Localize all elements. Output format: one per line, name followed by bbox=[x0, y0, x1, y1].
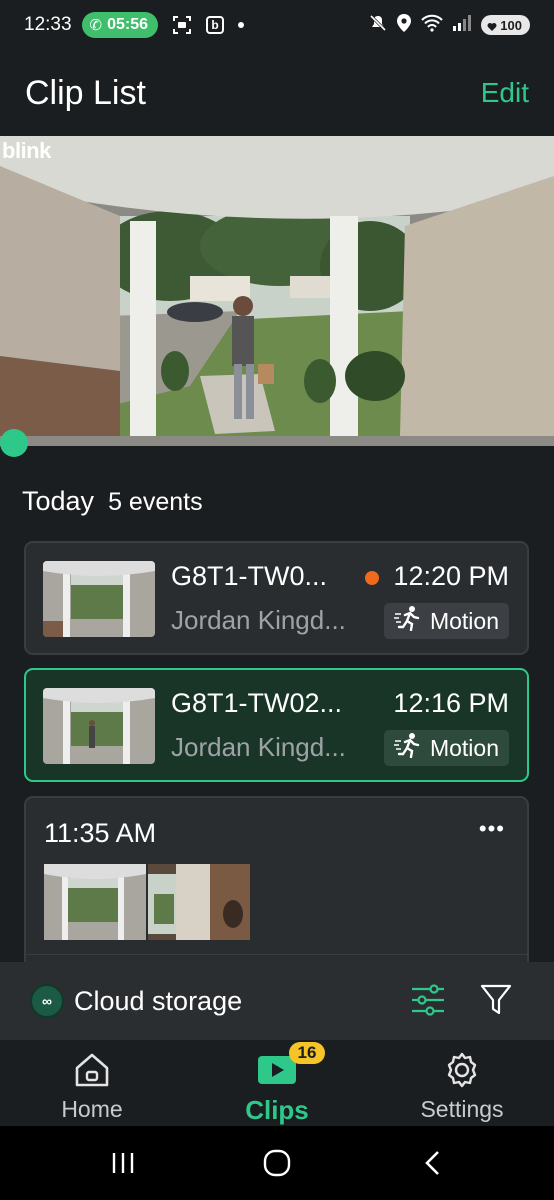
motion-icon bbox=[393, 605, 422, 637]
clips-count-badge: 16 bbox=[289, 1042, 325, 1064]
location-icon bbox=[397, 13, 412, 37]
clip-thumbnail[interactable] bbox=[148, 864, 250, 940]
screenshot-icon bbox=[172, 15, 192, 35]
clip-thumbnail bbox=[43, 561, 155, 637]
event-time: 12:16 PM bbox=[393, 688, 509, 718]
motion-badge: Motion bbox=[383, 603, 509, 639]
app-header: Clip List Edit bbox=[0, 56, 554, 130]
cloud-storage-bar[interactable]: ∞ Cloud storage bbox=[0, 962, 554, 1040]
playback-scrubber-handle[interactable] bbox=[0, 429, 28, 457]
event-time: 12:20 PM bbox=[393, 561, 509, 591]
nav-clips[interactable]: 16 Clips bbox=[197, 1040, 357, 1126]
day-label: Today bbox=[22, 486, 95, 516]
video-player[interactable]: blink bbox=[0, 136, 554, 446]
signal-icon bbox=[453, 14, 472, 36]
motion-label: Motion bbox=[429, 607, 499, 634]
divider bbox=[26, 954, 527, 955]
bottom-nav: Home 16 Clips Settings bbox=[0, 1040, 554, 1126]
clip-thumbnail bbox=[43, 688, 155, 764]
camera-name: G8T1-TW0... bbox=[171, 561, 328, 591]
back-icon[interactable] bbox=[418, 1148, 448, 1183]
recent-apps-icon[interactable] bbox=[108, 1148, 138, 1183]
battery-level: 100 bbox=[500, 17, 522, 33]
event-card[interactable]: G8T1-TW0... 12:20 PM Jordan Kingd... Mot… bbox=[24, 541, 529, 655]
gear-icon bbox=[443, 1050, 481, 1090]
event-card-selected[interactable]: G8T1-TW02... 12:16 PM Jordan Kingd... Mo… bbox=[24, 668, 529, 782]
edit-button[interactable]: Edit bbox=[481, 77, 529, 109]
status-time: 12:33 bbox=[24, 14, 72, 35]
phone-icon: ✆ bbox=[89, 17, 103, 34]
system-nav-bar bbox=[0, 1126, 554, 1200]
motion-badge: Motion bbox=[383, 730, 509, 766]
camera-name: G8T1-TW02... bbox=[171, 688, 343, 718]
call-indicator[interactable]: ✆ 05:56 bbox=[81, 12, 159, 38]
more-options-icon[interactable]: ••• bbox=[479, 816, 505, 842]
status-bar: 12:33 ✆ 05:56 b 100 bbox=[0, 0, 554, 50]
location-name: Jordan Kingd... bbox=[171, 732, 346, 762]
filter-icon[interactable] bbox=[480, 983, 512, 1022]
sliders-icon[interactable] bbox=[410, 983, 446, 1022]
cloud-storage-label: Cloud storage bbox=[74, 985, 243, 1016]
home-button-icon[interactable] bbox=[262, 1148, 292, 1183]
wifi-icon bbox=[421, 14, 444, 37]
call-duration: 05:56 bbox=[107, 16, 149, 33]
nav-settings-label: Settings bbox=[420, 1096, 504, 1122]
cloud-storage-icon: ∞ bbox=[30, 984, 64, 1018]
day-header: Today 5 events bbox=[22, 486, 203, 517]
location-name: Jordan Kingd... bbox=[171, 605, 346, 635]
nav-home[interactable]: Home bbox=[12, 1040, 172, 1126]
mute-icon bbox=[369, 14, 387, 37]
battery-icon: 100 bbox=[481, 15, 530, 35]
home-icon bbox=[73, 1050, 111, 1090]
brand-watermark: blink bbox=[2, 138, 51, 163]
group-time: 11:35 AM bbox=[44, 818, 157, 848]
b-app-icon: b bbox=[206, 16, 225, 34]
nav-clips-label: Clips bbox=[245, 1095, 309, 1125]
motion-icon bbox=[393, 732, 422, 764]
page-title: Clip List bbox=[25, 73, 146, 112]
event-count: 5 events bbox=[108, 488, 203, 516]
nav-settings[interactable]: Settings bbox=[382, 1040, 542, 1126]
clip-thumbnail[interactable] bbox=[44, 864, 146, 940]
dot-icon bbox=[238, 22, 245, 28]
unviewed-indicator bbox=[365, 571, 379, 585]
video-frame bbox=[0, 136, 554, 446]
nav-home-label: Home bbox=[61, 1096, 123, 1122]
motion-label: Motion bbox=[429, 734, 499, 761]
